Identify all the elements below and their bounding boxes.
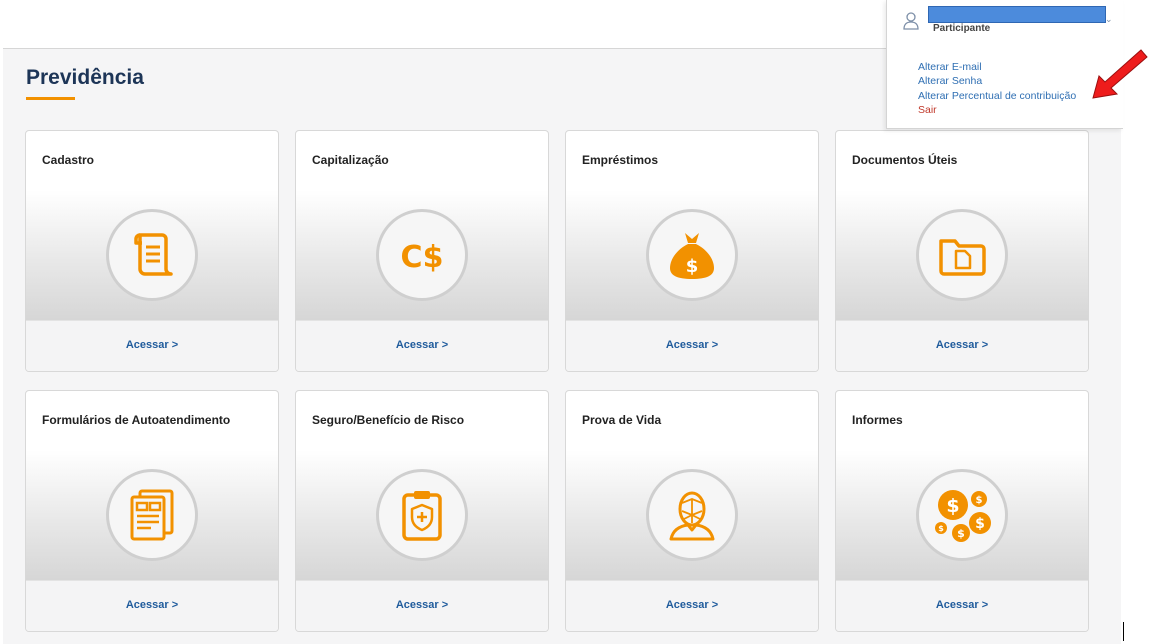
- coins-icon: $ $ $ $ $: [916, 469, 1008, 561]
- card-media: [26, 190, 278, 320]
- access-link[interactable]: Acessar >: [26, 599, 278, 611]
- card-media: [26, 450, 278, 580]
- scroll-document-icon: [106, 209, 198, 301]
- card-title: Informes: [852, 413, 903, 427]
- menu-alterar-email[interactable]: Alterar E-mail: [918, 61, 982, 73]
- card-footer: Acessar >: [836, 580, 1088, 631]
- card-prova-de-vida: Prova de Vida Acessar >: [565, 390, 819, 632]
- user-icon: [903, 12, 919, 35]
- card-media: [566, 450, 818, 580]
- card-cadastro: Cadastro Acessar >: [25, 130, 279, 372]
- svg-text:C$: C$: [401, 240, 444, 275]
- card-seguro: Seguro/Benefício de Risco Acessar >: [295, 390, 549, 632]
- card-formularios: Formulários de Autoatendimento Acessar >: [25, 390, 279, 632]
- card-footer: Acessar >: [26, 580, 278, 631]
- card-title: Cadastro: [42, 153, 95, 167]
- card-title: Formulários de Autoatendimento: [42, 413, 231, 427]
- access-link[interactable]: Acessar >: [566, 599, 818, 611]
- card-media: [836, 190, 1088, 320]
- card-media: [296, 450, 548, 580]
- svg-text:$: $: [946, 495, 959, 517]
- user-name-redacted: [928, 6, 1106, 23]
- folder-document-icon: [916, 209, 1008, 301]
- forms-icon: [106, 469, 198, 561]
- card-footer: Acessar >: [566, 580, 818, 631]
- card-documentos-uteis: Documentos Úteis Acessar >: [835, 130, 1089, 372]
- access-link[interactable]: Acessar >: [26, 339, 278, 351]
- card-title: Documentos Úteis: [852, 153, 958, 167]
- card-footer: Acessar >: [296, 580, 548, 631]
- menu-sair[interactable]: Sair: [918, 104, 937, 116]
- card-footer: Acessar >: [296, 320, 548, 371]
- card-footer: Acessar >: [566, 320, 818, 371]
- access-link[interactable]: Acessar >: [836, 339, 1088, 351]
- red-arrow-annotation: [1092, 49, 1148, 99]
- currency-cs-icon: C$: [376, 209, 468, 301]
- card-title: Capitalização: [312, 153, 389, 167]
- clipboard-shield-icon: [376, 469, 468, 561]
- card-media: $: [566, 190, 818, 320]
- card-emprestimos: Empréstimos $ Acessar >: [565, 130, 819, 372]
- chevron-down-icon[interactable]: ⌄: [1105, 14, 1113, 25]
- access-link[interactable]: Acessar >: [296, 599, 548, 611]
- card-capitalizacao: Capitalização C$ Acessar >: [295, 130, 549, 372]
- user-menu-dropdown: Participante ⌄ Alterar E-mail Alterar Se…: [886, 0, 1123, 129]
- text-cursor: [1123, 622, 1124, 641]
- svg-text:$: $: [938, 524, 944, 533]
- svg-text:$: $: [957, 527, 965, 540]
- card-title: Seguro/Benefício de Risco: [312, 413, 465, 427]
- card-informes: Informes $ $ $ $ $ Acessar >: [835, 390, 1089, 632]
- svg-text:$: $: [976, 495, 983, 506]
- card-media: $ $ $ $ $: [836, 450, 1088, 580]
- svg-text:$: $: [975, 516, 985, 532]
- user-role: Participante: [933, 23, 991, 34]
- access-link[interactable]: Acessar >: [566, 339, 818, 351]
- access-link[interactable]: Acessar >: [296, 339, 548, 351]
- money-bag-icon: $: [646, 209, 738, 301]
- page-title: Previdência: [26, 66, 144, 89]
- card-footer: Acessar >: [836, 320, 1088, 371]
- menu-alterar-percentual[interactable]: Alterar Percentual de contribuição: [918, 90, 1076, 102]
- card-title: Empréstimos: [582, 153, 659, 167]
- svg-text:$: $: [686, 256, 699, 277]
- card-title: Prova de Vida: [582, 413, 662, 427]
- title-underline: [26, 97, 75, 100]
- menu-alterar-senha[interactable]: Alterar Senha: [918, 75, 982, 87]
- access-link[interactable]: Acessar >: [836, 599, 1088, 611]
- card-footer: Acessar >: [26, 320, 278, 371]
- face-recognition-icon: [646, 469, 738, 561]
- card-media: C$: [296, 190, 548, 320]
